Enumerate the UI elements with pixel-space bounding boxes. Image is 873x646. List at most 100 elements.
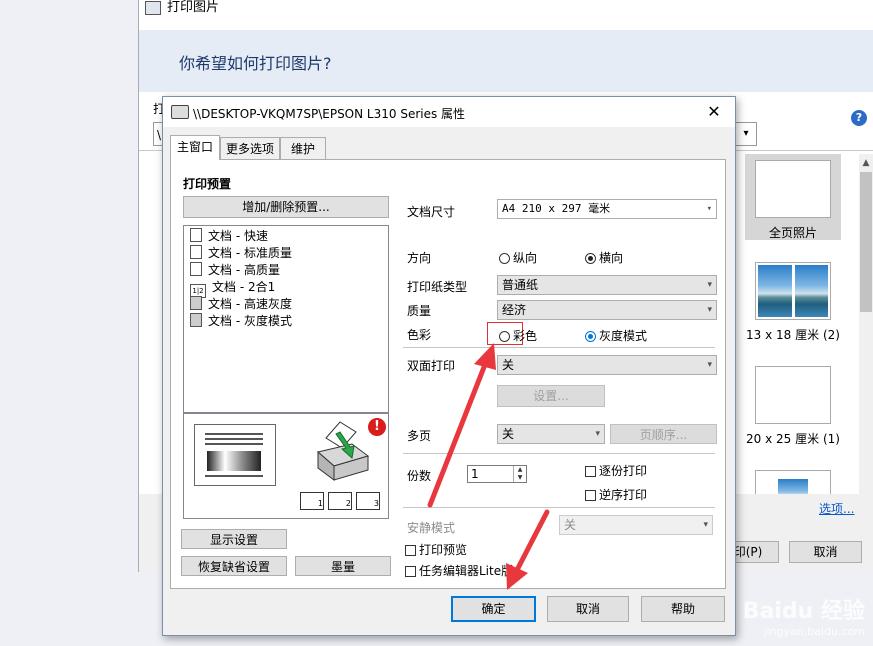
- ok-button[interactable]: 确定: [451, 596, 536, 622]
- radio-icon: [499, 253, 510, 264]
- tray-3-icon: 3: [356, 492, 380, 510]
- close-icon[interactable]: ✕: [703, 101, 725, 123]
- show-settings-button[interactable]: 显示设置: [181, 529, 287, 549]
- document-icon: [190, 262, 202, 276]
- tray-2-icon: 2: [328, 492, 352, 510]
- printer-properties-dialog: \\DESKTOP-VKQM7SP\EPSON L310 Series 属性 ✕…: [162, 96, 736, 636]
- preset-item[interactable]: 文档 - 高速灰度: [190, 296, 292, 313]
- paper-type-label: 打印纸类型: [407, 280, 468, 294]
- preset-label: 文档 - 标准质量: [208, 246, 292, 260]
- checkbox-icon: [585, 466, 596, 477]
- print-preview-checkbox[interactable]: 打印预览: [405, 541, 467, 558]
- layout-label: 13 x 18 厘米 (2): [746, 328, 840, 342]
- doc-size-select[interactable]: A4 210 x 297 毫米 ▾: [497, 199, 717, 219]
- preset-label: 文档 - 2合1: [212, 280, 276, 294]
- window-title: 打印图片: [167, 0, 220, 15]
- color-radio[interactable]: 彩色: [499, 327, 537, 344]
- chevron-down-icon: ▾: [707, 360, 712, 370]
- thumb-photo: [778, 479, 808, 494]
- thumb-photo: [758, 265, 792, 317]
- copies-stepper[interactable]: 1 ▲ ▼: [467, 465, 527, 483]
- orientation-portrait-radio[interactable]: 纵向: [499, 249, 537, 266]
- radio-checked-icon: [585, 331, 596, 342]
- options-link[interactable]: 选项...: [819, 500, 854, 517]
- watermark-url: jingyan.baidu.com: [763, 625, 865, 638]
- duplex-label: 双面打印: [407, 359, 456, 373]
- quiet-mode-select[interactable]: 关 ▾: [559, 515, 713, 535]
- multipage-select[interactable]: 关 ▾: [497, 424, 605, 444]
- cancel-button[interactable]: 取消: [547, 596, 629, 622]
- presets-list: 文档 - 快速 文档 - 标准质量 文档 - 高质量 1|2 文档 - 2合1 文…: [183, 225, 389, 413]
- divider: [403, 453, 715, 454]
- printer-feed-icon: [312, 418, 376, 484]
- help-icon[interactable]: ?: [851, 110, 867, 126]
- layout-item-partial[interactable]: [745, 470, 841, 494]
- tray-1-icon: 1: [300, 492, 324, 510]
- layout-thumbnail: [755, 470, 831, 494]
- preset-item[interactable]: 文档 - 灰度模式: [190, 313, 292, 330]
- scrollbar-thumb[interactable]: [860, 172, 872, 312]
- dialog-titlebar: \\DESKTOP-VKQM7SP\EPSON L310 Series 属性 ✕: [163, 97, 735, 127]
- duplex-settings-button[interactable]: 设置...: [497, 385, 605, 407]
- layout-label: 全页照片: [768, 226, 817, 240]
- orientation-landscape-radio[interactable]: 横向: [585, 249, 623, 266]
- scroll-up-icon[interactable]: ▲: [859, 156, 873, 170]
- page-preview-icon: [194, 424, 276, 486]
- chevron-down-icon: ▾: [706, 204, 712, 214]
- layout-thumbnail: [755, 160, 831, 218]
- duplex-select[interactable]: 关 ▾: [497, 355, 717, 375]
- reverse-order-checkbox[interactable]: 逆序打印: [585, 486, 647, 503]
- chevron-down-icon: ▾: [743, 128, 749, 139]
- preset-item[interactable]: 文档 - 标准质量: [190, 245, 292, 262]
- divider: [403, 347, 715, 348]
- tab-main[interactable]: 主窗口: [170, 135, 220, 160]
- preset-item[interactable]: 1|2 文档 - 2合1: [190, 279, 276, 298]
- watermark-brand: Baidu 经验: [742, 599, 865, 624]
- help-button[interactable]: 帮助: [641, 596, 725, 622]
- layout-label: 20 x 25 厘米 (1): [746, 432, 840, 446]
- cancel-button[interactable]: 取消: [789, 541, 862, 563]
- ink-levels-button[interactable]: 墨量: [295, 556, 391, 576]
- document-gray-icon: [190, 296, 202, 310]
- restore-defaults-button[interactable]: 恢复缺省设置: [181, 556, 287, 576]
- print-preview-panel: ! 1 2 3: [183, 413, 389, 519]
- add-delete-presets-button[interactable]: 增加/删除预置...: [183, 196, 389, 218]
- radio-checked-icon: [585, 253, 596, 264]
- chevron-down-icon: ▾: [707, 280, 712, 290]
- page-order-button[interactable]: 页顺序...: [610, 424, 717, 444]
- layout-thumbnail: [755, 262, 831, 320]
- layout-list: 全页照片 13 x 18 厘米 (2) 20 x 25 厘米 (1): [735, 154, 851, 494]
- color-label: 色彩: [407, 328, 432, 342]
- checkbox-icon: [585, 490, 596, 501]
- tab-more-options[interactable]: 更多选项: [220, 137, 280, 159]
- job-arranger-checkbox[interactable]: 任务编辑器Lite版: [405, 562, 513, 579]
- preset-label: 文档 - 快速: [208, 229, 268, 243]
- presets-title: 打印预置: [183, 177, 232, 191]
- quiet-mode-label: 安静模式: [407, 521, 456, 535]
- divider: [403, 507, 715, 508]
- layout-item-full-page[interactable]: 全页照片: [745, 154, 841, 240]
- chevron-down-icon: ▾: [595, 429, 600, 439]
- dialog-title: \\DESKTOP-VKQM7SP\EPSON L310 Series 属性: [193, 107, 466, 121]
- paper-type-select[interactable]: 普通纸 ▾: [497, 275, 717, 295]
- paper-size-select[interactable]: ▾: [735, 122, 757, 146]
- layout-item-20x25[interactable]: 20 x 25 厘米 (1): [745, 366, 841, 456]
- preset-item[interactable]: 文档 - 快速: [190, 228, 268, 245]
- radio-icon: [499, 331, 510, 342]
- layout-item-13x18[interactable]: 13 x 18 厘米 (2): [745, 262, 841, 352]
- quality-select[interactable]: 经济 ▾: [497, 300, 717, 320]
- preset-item[interactable]: 文档 - 高质量: [190, 262, 280, 279]
- window-titlebar: 打印图片: [139, 0, 873, 30]
- tab-maintenance[interactable]: 维护: [280, 137, 326, 159]
- document-icon: [190, 245, 202, 259]
- preset-label: 文档 - 灰度模式: [208, 314, 292, 328]
- grayscale-radio[interactable]: 灰度模式: [585, 327, 647, 344]
- copies-label: 份数: [407, 469, 432, 483]
- chevron-down-icon: ▾: [707, 305, 712, 315]
- spinner-arrows-icon[interactable]: ▲ ▼: [513, 466, 526, 482]
- quality-label: 质量: [407, 304, 432, 318]
- wizard-question: 你希望如何打印图片?: [179, 54, 332, 73]
- checkbox-icon: [405, 545, 416, 556]
- printer-icon: [171, 105, 189, 119]
- collate-checkbox[interactable]: 逐份打印: [585, 462, 647, 479]
